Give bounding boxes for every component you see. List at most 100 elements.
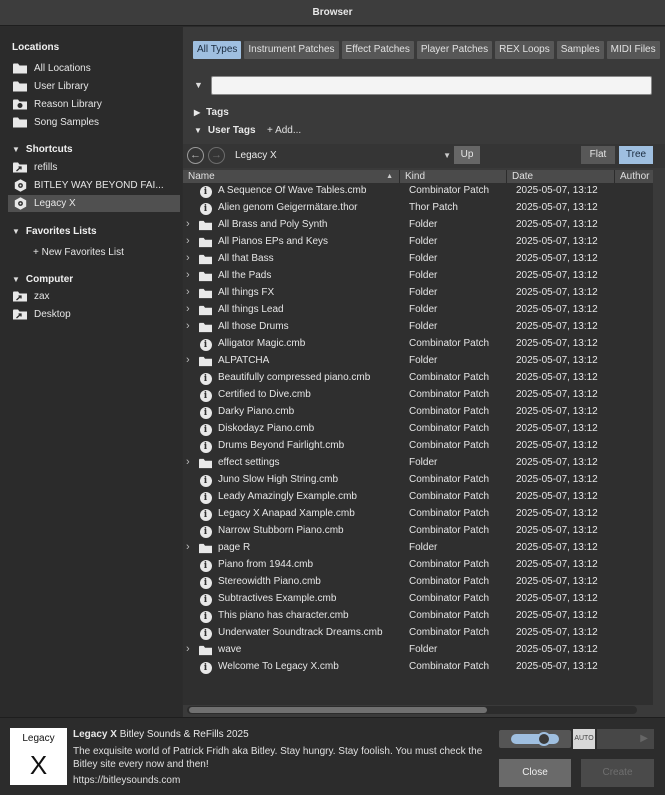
table-row[interactable]: › wave Folder 2025-05-07, 13:12 [183,642,653,659]
new-favorites-list-button[interactable]: + New Favorites List [33,247,124,258]
scrollbar-thumb[interactable] [189,707,487,713]
type-filter-bar: All Types Instrument Patches Effect Patche… [193,41,660,59]
favorites-heading[interactable]: ▼ Favorites Lists [12,226,97,237]
sidebar-item-zax[interactable]: zax [8,288,180,305]
thumbnail-caption: Legacy [22,733,55,744]
sidebar-item-legacy-x[interactable]: Legacy X [8,195,180,212]
sidebar-item-song-samples[interactable]: Song Samples [8,114,180,131]
cell-date: 2025-05-07, 13:12 [516,474,598,485]
flat-view-button[interactable]: Flat [581,146,615,164]
forward-button[interactable]: → [208,147,225,164]
type-filter-effect-patches[interactable]: Effect Patches [341,41,414,59]
close-button[interactable]: Close [499,759,571,787]
cell-date: 2025-05-07, 13:12 [516,406,598,417]
column-header-name[interactable]: Name ▲ [183,170,400,183]
table-row[interactable]: › page R Folder 2025-05-07, 13:12 [183,540,653,557]
table-row[interactable]: i Subtractives Example.cmb Combinator Patc… [183,591,653,608]
computer-heading[interactable]: ▼ Computer [12,274,73,285]
sidebar-item-bitley-way-beyond-fai[interactable]: BITLEY WAY BEYOND FAI... [8,177,180,194]
up-button[interactable]: Up [454,146,480,164]
table-row[interactable]: i Narrow Stubborn Piano.cmb Combinator Pat… [183,523,653,540]
sidebar-item-label: Legacy X [34,198,76,209]
expand-chevron-icon[interactable]: › [186,303,190,315]
audition-volume-slider[interactable] [499,730,571,748]
table-row[interactable]: › All the Pads Folder 2025-05-07, 13:12 [183,268,653,285]
cell-kind: Folder [409,644,438,655]
table-row[interactable]: i Stereowidth Piano.cmb Combinator Patch 20… [183,574,653,591]
tags-toggle[interactable]: ▶ Tags [194,107,229,118]
refill-thumbnail: Legacy X [10,728,67,785]
table-row[interactable]: › All that Bass Folder 2025-05-07, 13:12 [183,251,653,268]
table-row[interactable]: › All Pianos EPs and Keys Folder 2025-05-07… [183,234,653,251]
sidebar-item-reason-library[interactable]: Reason Library [8,96,180,113]
table-row[interactable]: i Piano from 1944.cmb Combinator Patch 2025… [183,557,653,574]
cell-kind: Combinator Patch [409,593,490,604]
table-row[interactable]: › All those Drums Folder 2025-05-07, 13:12 [183,319,653,336]
table-row[interactable]: › All things Lead Folder 2025-05-07, 13:12 [183,302,653,319]
table-row[interactable]: i Diskodayz Piano.cmb Combinator Patch 2025… [183,421,653,438]
slider-knob[interactable] [537,732,551,746]
sidebar-item-desktop[interactable]: Desktop [8,306,180,323]
shortcuts-heading[interactable]: ▼ Shortcuts [12,144,73,155]
chevron-down-icon: ▼ [443,151,451,160]
expand-chevron-icon[interactable]: › [186,643,190,655]
table-row[interactable]: i Beautifully compressed piano.cmb Combina… [183,370,653,387]
expand-chevron-icon[interactable]: › [186,218,190,230]
table-row[interactable]: › All things FX Folder 2025-05-07, 13:12 [183,285,653,302]
sidebar-item-user-library[interactable]: User Library [8,78,180,95]
table-row[interactable]: i Welcome To Legacy X.cmb Combinator Patch… [183,659,653,676]
table-row[interactable]: i Darky Piano.cmb Combinator Patch 2025-05-… [183,404,653,421]
expand-chevron-icon[interactable]: › [186,235,190,247]
cell-kind: Combinator Patch [409,474,490,485]
table-row[interactable]: i Underwater Soundtrack Dreams.cmb Combina… [183,625,653,642]
filter-triangle-icon[interactable]: ▼ [194,80,203,90]
table-row[interactable]: i Leady Amazingly Example.cmb Combinator P… [183,489,653,506]
expand-chevron-icon[interactable]: › [186,286,190,298]
sidebar-item-label: zax [34,291,50,302]
table-row[interactable]: i Certified to Dive.cmb Combinator Patch 20… [183,387,653,404]
folder-icon [199,236,212,249]
search-input[interactable] [211,76,652,95]
sidebar-item-all-locations[interactable]: All Locations [8,60,180,77]
info-link[interactable]: https://bitleysounds.com [73,775,180,786]
expand-chevron-icon[interactable]: › [186,320,190,332]
type-filter-instrument-patches[interactable]: Instrument Patches [244,41,339,59]
folder-icon [13,63,27,75]
table-row[interactable]: › All Brass and Poly Synth Folder 2025-05-0… [183,217,653,234]
type-filter-all-types[interactable]: All Types [193,41,242,59]
expand-chevron-icon[interactable]: › [186,252,190,264]
type-filter-midi-files[interactable]: MIDI Files [606,41,660,59]
tree-view-button[interactable]: Tree [619,146,653,164]
play-button[interactable]: ▶ [597,729,654,749]
table-row[interactable]: i Drums Beyond Fairlight.cmb Combinator Pa… [183,438,653,455]
type-filter-rex-loops[interactable]: REX Loops [495,41,554,59]
expand-chevron-icon[interactable]: › [186,354,190,366]
table-row[interactable]: i Alligator Magic.cmb Combinator Patch 2025… [183,336,653,353]
user-tags-toggle[interactable]: ▼ User Tags [194,125,256,136]
column-header-author[interactable]: Author [615,170,653,183]
column-header-kind[interactable]: Kind [400,170,507,183]
table-row[interactable]: i This piano has character.cmb Combinator … [183,608,653,625]
expand-chevron-icon[interactable]: › [186,269,190,281]
expand-chevron-icon[interactable]: › [186,541,190,553]
cell-kind: Folder [409,236,438,247]
back-button[interactable]: ← [187,147,204,164]
path-dropdown[interactable]: Legacy X ▼ [235,148,451,164]
add-user-tag-button[interactable]: + Add... [267,125,301,136]
column-header-date[interactable]: Date [507,170,615,183]
create-button[interactable]: Create [581,759,654,787]
auto-audition-button[interactable]: AUTO [573,729,595,749]
table-row[interactable]: › ALPATCHA Folder 2025-05-07, 13:12 [183,353,653,370]
table-row[interactable]: i Juno Slow High String.cmb Combinator Pat… [183,472,653,489]
table-row[interactable]: i A Sequence Of Wave Tables.cmb Combinator… [183,183,653,200]
cell-kind: Folder [409,219,438,230]
table-row[interactable]: i Alien genom Geigermätare.thor Thor Patch… [183,200,653,217]
cell-date: 2025-05-07, 13:12 [516,440,598,451]
type-filter-player-patches[interactable]: Player Patches [416,41,493,59]
sidebar-item-refills[interactable]: refills [8,159,180,176]
expand-chevron-icon[interactable]: › [186,456,190,468]
horizontal-scrollbar[interactable] [187,706,637,714]
table-row[interactable]: i Legacy X Anapad Xample.cmb Combinator Pa… [183,506,653,523]
type-filter-samples[interactable]: Samples [556,41,604,59]
table-row[interactable]: › effect settings Folder 2025-05-07, 13:12 [183,455,653,472]
